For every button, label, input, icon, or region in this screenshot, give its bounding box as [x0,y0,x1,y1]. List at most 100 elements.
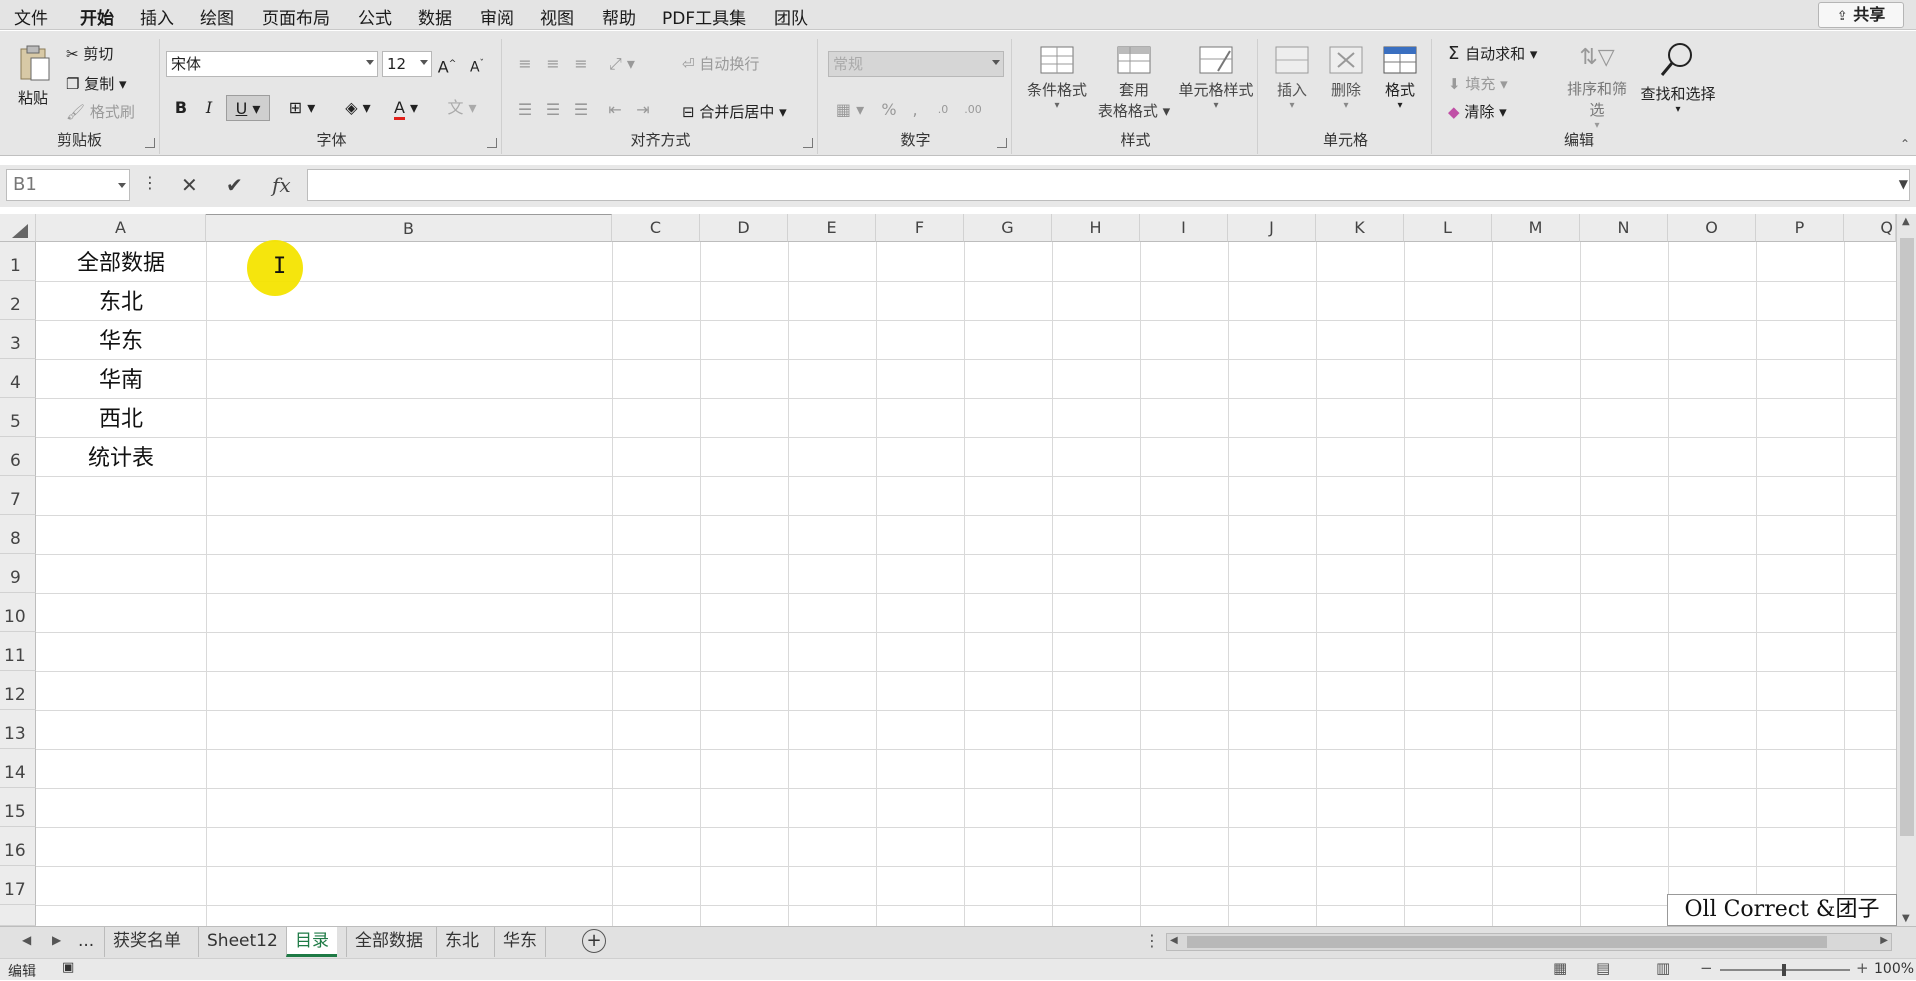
menu-review[interactable]: 审阅 [480,4,514,29]
page-layout-view-icon[interactable]: ▤ [1596,959,1610,977]
percent-icon[interactable]: % [876,97,902,123]
column-header-i[interactable]: I [1140,214,1228,242]
cell-styles-button[interactable]: 单元格样式 ▾ [1174,45,1258,125]
sheet-tab-all-data[interactable]: 全部数据 [346,927,431,957]
cut-button[interactable]: ✂ 剪切 [66,43,113,64]
align-middle-icon[interactable]: ≡ [540,51,566,77]
sheet-tab-east[interactable]: 华东 [494,927,546,957]
zoom-out-icon[interactable]: − [1700,959,1713,977]
menu-draw[interactable]: 绘图 [200,4,234,29]
clear-button[interactable]: ◆ 清除 ▾ [1448,101,1507,122]
align-top-icon[interactable]: ≡ [512,51,538,77]
comma-icon[interactable]: , [902,97,928,123]
scroll-right-icon[interactable]: ▶ [1880,935,1888,946]
tab-more[interactable]: ... [70,927,102,957]
cell-a2[interactable]: 东北 [36,285,206,320]
zoom-level[interactable]: 100% [1874,961,1914,977]
row-header[interactable]: 1 [0,242,36,281]
sheet-tab-directory[interactable]: 目录 [286,927,337,957]
scroll-down-icon[interactable]: ▼ [1902,913,1910,924]
bold-button[interactable]: B [168,95,194,121]
add-sheet-icon[interactable]: + [582,929,606,953]
normal-view-icon[interactable]: ▦ [1553,959,1567,977]
column-header-c[interactable]: C [612,214,700,242]
menu-help[interactable]: 帮助 [602,4,636,29]
column-header-a[interactable]: A [36,214,206,242]
column-header-q[interactable]: Q [1844,214,1896,242]
borders-icon[interactable]: ⊞ ▾ [282,95,322,121]
sheet-tab-northeast[interactable]: 东北 [436,927,487,957]
format-painter-button[interactable]: 🖌 格式刷 [66,101,135,122]
wrap-text-button[interactable]: ⏎ 自动换行 [682,53,759,74]
insert-function-icon[interactable]: fx [272,173,291,197]
formula-input[interactable] [307,169,1910,201]
cell-a3[interactable]: 华东 [36,324,206,359]
row-header[interactable]: 13 [0,710,36,749]
menu-formulas[interactable]: 公式 [358,4,392,29]
alignment-launcher-icon[interactable] [803,138,813,148]
column-header-k[interactable]: K [1316,214,1404,242]
font-color-button[interactable]: A ▾ [386,95,426,121]
column-header-p[interactable]: P [1756,214,1844,242]
decrease-decimal-icon[interactable]: .00 [960,97,986,123]
number-format-select[interactable]: 常规 [828,51,1004,77]
paste-button[interactable]: 粘贴 [14,45,56,115]
row-header[interactable]: 17 [0,866,36,905]
insert-cells-button[interactable]: 插入 ▾ [1266,45,1318,111]
menu-view[interactable]: 视图 [540,4,574,29]
cell-a1[interactable]: 全部数据 [36,246,206,281]
zoom-slider-thumb[interactable] [1782,964,1786,976]
column-header-j[interactable]: J [1228,214,1316,242]
fill-color-icon[interactable]: ◈ ▾ [338,95,378,121]
menu-home[interactable]: 开始 [80,4,114,34]
column-header-m[interactable]: M [1492,214,1580,242]
align-center-icon[interactable]: ☰ [540,97,566,123]
decrease-indent-icon[interactable]: ⇤ [602,97,628,123]
cancel-icon[interactable]: ✕ [181,173,198,197]
cell-a6[interactable]: 统计表 [36,441,206,476]
tab-scroll-left-icon[interactable]: ◀ [22,933,31,947]
row-header[interactable]: 8 [0,515,36,554]
tab-split-handle-icon[interactable]: ⋮ [1144,931,1160,950]
sort-filter-button[interactable]: ⇅▽ 排序和筛选 ▾ [1560,45,1634,131]
row-header[interactable]: 2 [0,281,36,320]
conditional-format-button[interactable]: 条件格式 ▾ [1022,45,1092,125]
number-launcher-icon[interactable] [997,138,1007,148]
decrease-font-icon[interactable]: Aˇ [464,51,490,77]
column-header-g[interactable]: G [964,214,1052,242]
column-header-b[interactable]: B [206,214,612,242]
delete-cells-button[interactable]: 删除 ▾ [1320,45,1372,111]
scroll-left-icon[interactable]: ◀ [1170,935,1178,946]
page-break-view-icon[interactable]: ▥ [1656,959,1670,977]
accounting-icon[interactable]: ▦ ▾ [830,97,870,123]
worksheet-grid[interactable]: A B C D E F G H I J K L M N O P Q 1 2 3 … [0,214,1916,926]
column-header-f[interactable]: F [876,214,964,242]
copy-button[interactable]: ❐ 复制 ▾ [66,73,127,94]
fill-button[interactable]: ⬇ 填充 ▾ [1448,73,1508,94]
format-cells-button[interactable]: 格式 ▾ [1374,45,1426,111]
zoom-in-icon[interactable]: + [1856,959,1869,977]
row-header[interactable]: 5 [0,398,36,437]
row-header[interactable]: 3 [0,320,36,359]
row-header[interactable]: 14 [0,749,36,788]
expand-formula-icon[interactable]: ▼ [1899,177,1908,191]
row-header[interactable]: 11 [0,632,36,671]
name-box[interactable]: B1 [6,169,130,201]
cell-a4[interactable]: 华南 [36,363,206,398]
font-name-select[interactable]: 宋体 [166,51,378,77]
tab-scroll-right-icon[interactable]: ▶ [52,933,61,947]
row-header[interactable]: 16 [0,827,36,866]
cell-a5[interactable]: 西北 [36,402,206,437]
menu-page-layout[interactable]: 页面布局 [262,4,330,29]
collapse-ribbon-icon[interactable]: ⌃ [1900,137,1910,151]
menu-insert[interactable]: 插入 [140,4,174,29]
menu-file[interactable]: 文件 [14,4,48,29]
vertical-scroll-thumb[interactable] [1900,238,1914,836]
autosum-button[interactable]: Σ 自动求和 ▾ [1448,43,1537,64]
increase-decimal-icon[interactable]: .0 [930,97,956,123]
orientation-icon[interactable]: ⤢ ▾ [602,51,642,77]
enter-icon[interactable]: ✔ [226,173,243,197]
italic-button[interactable]: I [196,95,222,121]
vertical-scrollbar[interactable]: ▲ ▼ [1896,214,1916,926]
font-launcher-icon[interactable] [487,138,497,148]
